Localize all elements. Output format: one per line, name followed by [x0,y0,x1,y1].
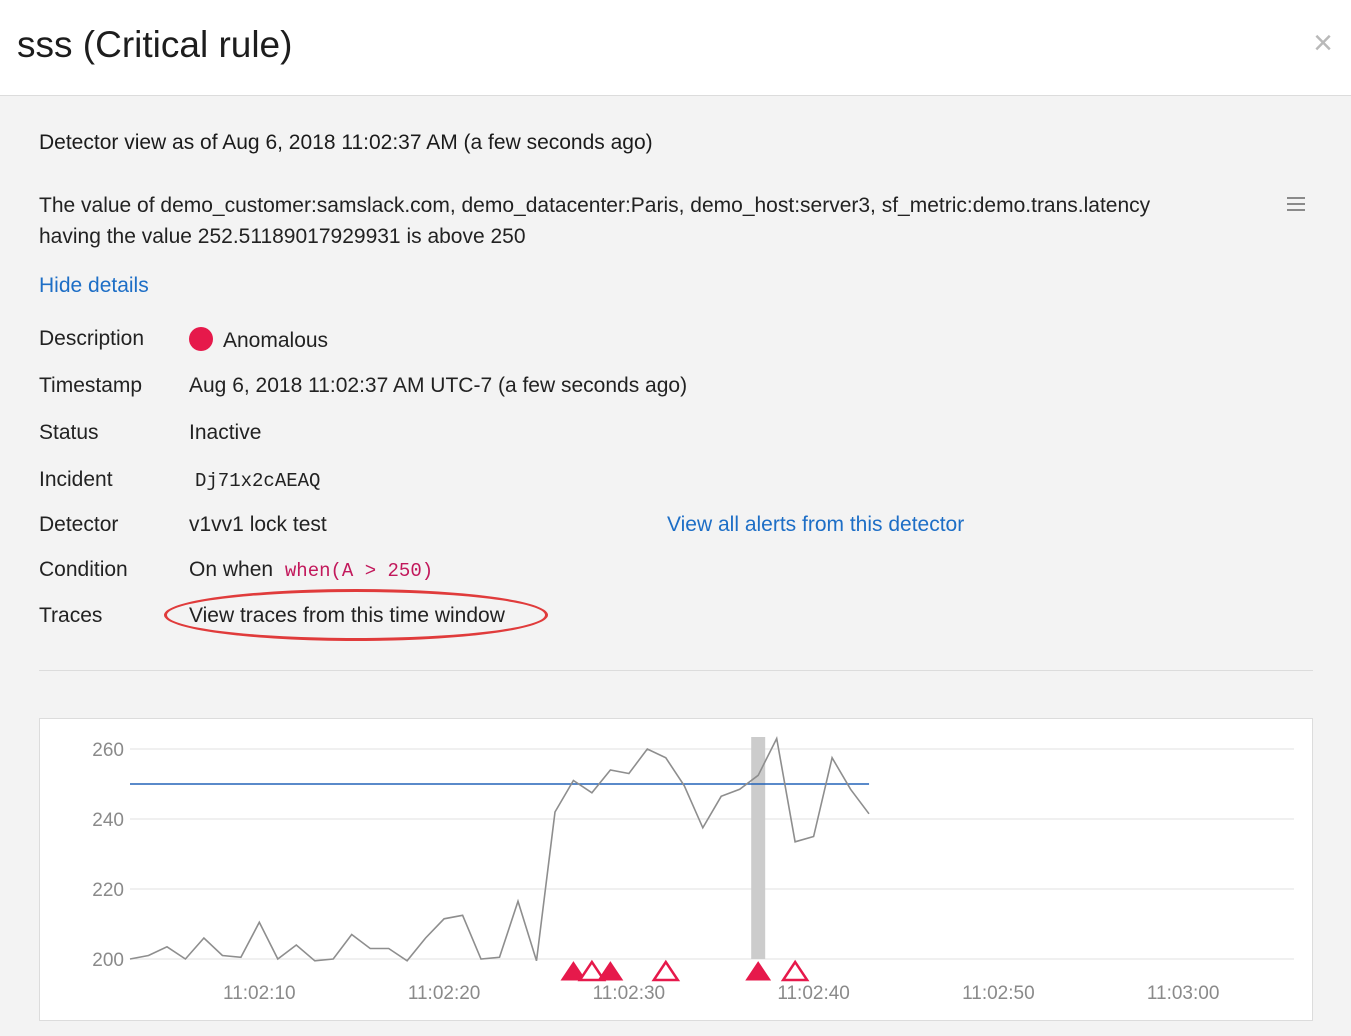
y-tick-label: 200 [92,950,124,971]
condition-prefix: On when [189,558,274,581]
detector-name-link[interactable]: v1vv1 lock test [189,513,327,537]
alert-fired-marker[interactable] [745,961,772,981]
alert-summary-line-2: having the value 252.51189017929931 is a… [39,225,526,248]
view-traces-link[interactable]: View traces from this time window [189,604,505,628]
alert-cleared-marker[interactable] [780,959,810,982]
severity-dot-icon [189,327,213,351]
condition-value: On when when(A > 250) [189,558,433,582]
modal-body: Detector view as of Aug 6, 2018 11:02:37… [0,97,1351,1036]
timestamp-value: Aug 6, 2018 11:02:37 AM UTC-7 (a few sec… [189,374,688,397]
status-value: Inactive [189,421,262,444]
current-time-highlight [751,737,766,959]
close-icon[interactable]: × [1313,26,1333,60]
y-tick-label: 220 [92,880,124,901]
alert-summary: The value of demo_customer:samslack.com,… [39,190,1239,252]
modal-header: sss (Critical rule) × [0,0,1351,96]
description-label: Description [39,327,145,350]
section-divider [39,670,1313,671]
x-tick-label: 11:02:50 [962,983,1035,1004]
y-tick-label: 260 [92,740,124,761]
alert-fired-marker[interactable] [597,961,624,981]
description-value: Anomalous [189,327,328,353]
condition-code: when(A > 250) [284,560,434,582]
x-tick-label: 11:02:20 [408,983,481,1004]
hamburger-menu-icon[interactable] [1287,197,1305,211]
detector-view-as: Detector view as of Aug 6, 2018 11:02:37… [39,131,653,154]
x-tick-label: 11:02:10 [223,983,296,1004]
chart-panel: 200 220 240 260 11:02:10 11:02:20 11:02:30 11:0… [39,718,1313,1021]
detail-row-traces: Traces View traces from this time window [39,589,639,641]
alert-cleared-marker[interactable] [651,959,681,982]
modal-title: sss (Critical rule) [17,24,293,65]
hide-details-link[interactable]: Hide details [39,274,149,298]
detector-chart[interactable]: 200 220 240 260 11:02:10 11:02:20 11:02:30 11:0… [40,719,1314,1022]
view-all-alerts-link[interactable]: View all alerts from this detector [667,513,964,537]
description-text: Anomalous [223,329,329,352]
traces-label: Traces [39,604,103,627]
x-tick-label: 11:02:40 [777,983,850,1004]
x-tick-label: 11:02:30 [593,983,666,1004]
detail-row-detector: Detector v1vv1 lock test View all alerts… [39,513,1139,541]
x-tick-label: 11:03:00 [1147,983,1220,1004]
y-tick-label: 240 [92,810,124,831]
status-label: Status [39,421,99,444]
alert-summary-line-1: The value of demo_customer:samslack.com,… [39,194,1151,217]
timestamp-label: Timestamp [39,374,143,397]
condition-label: Condition [39,558,128,581]
incident-label: Incident [39,468,113,491]
detector-label: Detector [39,513,119,536]
incident-id: Dj71x2cAEAQ [195,470,321,492]
